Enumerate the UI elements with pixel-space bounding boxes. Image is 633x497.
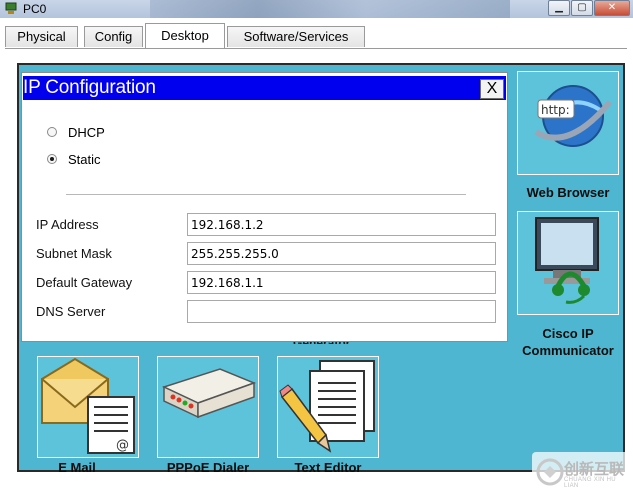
ip-configuration-title: IP Configuration bbox=[23, 77, 156, 98]
pppoe-dialer-tile[interactable] bbox=[157, 356, 259, 458]
ip-communicator-icon bbox=[535, 217, 599, 304]
tab-desktop[interactable]: Desktop bbox=[145, 23, 225, 48]
window-close-button[interactable]: ✕ bbox=[594, 0, 630, 16]
tab-physical[interactable]: Physical bbox=[5, 26, 78, 47]
dhcp-radio-button[interactable] bbox=[47, 127, 57, 137]
default-gateway-input[interactable] bbox=[187, 271, 496, 294]
watermark-subtext: CHUANG XIN HU LIAN bbox=[564, 477, 616, 489]
window-title: PC0 bbox=[23, 2, 47, 16]
default-gateway-label: Default Gateway bbox=[36, 275, 133, 290]
pppoe-dialer-icon bbox=[161, 368, 257, 419]
ip-address-input[interactable] bbox=[187, 213, 496, 236]
titlebar-background-blur bbox=[150, 0, 510, 18]
cisco-ip-communicator-label-line2[interactable]: Communicator bbox=[503, 343, 633, 358]
dns-server-input[interactable] bbox=[187, 300, 496, 323]
web-browser-icon: http: bbox=[534, 85, 613, 147]
dns-server-label: DNS Server bbox=[36, 304, 106, 319]
email-tile[interactable]: @ bbox=[37, 356, 139, 458]
tab-config[interactable]: Config bbox=[84, 26, 143, 47]
text-editor-icon bbox=[279, 360, 375, 453]
static-radio-button[interactable] bbox=[47, 154, 57, 164]
watermark-text: 创新互联 bbox=[564, 461, 625, 478]
web-browser-label[interactable]: Web Browser bbox=[517, 185, 619, 200]
email-label[interactable]: E Mail bbox=[37, 460, 117, 475]
tab-software-services[interactable]: Software/Services bbox=[227, 26, 365, 47]
text-editor-label[interactable]: Text Editor bbox=[277, 460, 379, 475]
subnet-mask-label: Subnet Mask bbox=[36, 246, 112, 261]
ip-configuration-window: IP Configuration X DHCP Static IP Addres… bbox=[21, 72, 508, 342]
ip-address-label: IP Address bbox=[36, 217, 99, 232]
ip-configuration-titlebar: IP Configuration X bbox=[23, 76, 506, 100]
svg-text:@: @ bbox=[116, 438, 129, 453]
static-radio-label[interactable]: Static bbox=[68, 152, 101, 167]
minimize-button[interactable]: ▁ bbox=[548, 0, 570, 16]
maximize-button[interactable]: ▢ bbox=[571, 0, 593, 16]
pppoe-dialer-label[interactable]: PPPoE Dialer bbox=[157, 460, 259, 475]
http-icon-text: http: bbox=[541, 103, 570, 117]
section-divider bbox=[66, 194, 466, 195]
packet-tracer-app-icon bbox=[5, 2, 17, 14]
cisco-ip-communicator-tile[interactable] bbox=[517, 211, 619, 315]
window-titlebar: PC0 ▁ ▢ ✕ bbox=[0, 0, 633, 18]
subnet-mask-input[interactable] bbox=[187, 242, 496, 265]
cisco-ip-communicator-label-line1[interactable]: Cisco IP bbox=[503, 326, 633, 341]
watermark: 创新互联 CHUANG XIN HU LIAN bbox=[532, 452, 632, 492]
web-browser-tile[interactable]: http: bbox=[517, 71, 619, 175]
ip-configuration-body: DHCP Static IP Address Subnet Mask Defau… bbox=[23, 100, 506, 341]
email-icon: @ bbox=[41, 357, 135, 454]
watermark-logo-icon bbox=[536, 458, 564, 486]
text-editor-tile[interactable] bbox=[277, 356, 379, 458]
dhcp-radio-label[interactable]: DHCP bbox=[68, 125, 105, 140]
tab-divider-line bbox=[5, 48, 627, 49]
ip-configuration-close-button[interactable]: X bbox=[480, 79, 504, 99]
